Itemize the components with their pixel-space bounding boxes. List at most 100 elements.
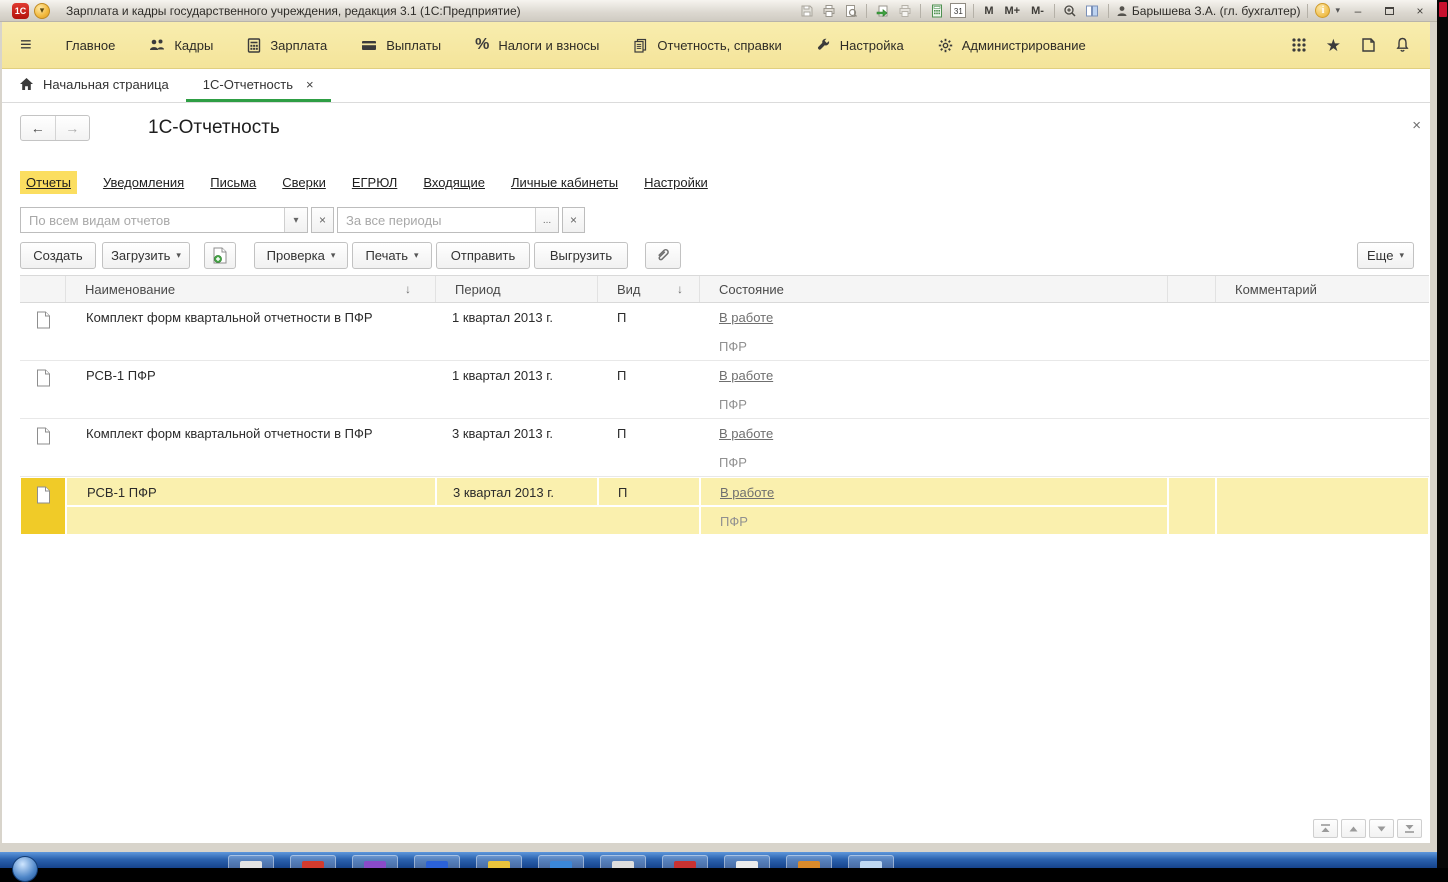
reports-icon bbox=[633, 38, 648, 53]
forward-button[interactable]: → bbox=[55, 116, 90, 140]
taskbar-app-icon[interactable] bbox=[228, 855, 274, 868]
table-row[interactable]: РСВ-1 ПФР 1 квартал 2013 г. П В работе П… bbox=[20, 361, 1429, 419]
menu-item-main[interactable]: Главное bbox=[66, 38, 116, 53]
taskbar-app-icon[interactable] bbox=[786, 855, 832, 868]
history-icon[interactable] bbox=[1360, 37, 1376, 53]
attachments-button[interactable] bbox=[645, 242, 681, 269]
scale-m-button[interactable]: M bbox=[981, 5, 996, 17]
clear-period-filter-button[interactable]: × bbox=[562, 207, 585, 233]
menu-item-taxes[interactable]: % Налоги и взносы bbox=[475, 36, 599, 54]
close-page-icon[interactable]: × bbox=[1412, 117, 1421, 134]
subtab-egrul[interactable]: ЕГРЮЛ bbox=[352, 175, 397, 190]
notifications-bell-icon[interactable] bbox=[1395, 37, 1410, 53]
taskbar-app-icon[interactable] bbox=[352, 855, 398, 868]
info-button[interactable]: i bbox=[1315, 3, 1330, 18]
subtab-reconciliations[interactable]: Сверки bbox=[282, 175, 326, 190]
column-status[interactable]: Состояние bbox=[700, 276, 1168, 302]
favorites-star-icon[interactable]: ★ bbox=[1326, 37, 1341, 54]
print-icon[interactable] bbox=[820, 2, 837, 19]
column-icon[interactable] bbox=[20, 276, 66, 302]
tab-home[interactable]: Начальная страница bbox=[2, 69, 186, 102]
service-grid-icon[interactable] bbox=[1291, 37, 1307, 53]
period-filter: ... bbox=[337, 207, 559, 233]
taskbar-app-icon[interactable] bbox=[414, 855, 460, 868]
report-kind-input[interactable] bbox=[21, 208, 284, 232]
scroll-bottom-button[interactable] bbox=[1397, 819, 1422, 838]
menu-item-payments[interactable]: Выплаты bbox=[361, 38, 441, 53]
zoom-icon[interactable] bbox=[1062, 2, 1079, 19]
report-period: 1 квартал 2013 г. bbox=[436, 303, 598, 332]
taskbar[interactable] bbox=[0, 852, 1437, 868]
paperclip-icon bbox=[655, 247, 672, 264]
1c-logo-icon: 1С bbox=[12, 3, 29, 19]
more-button[interactable]: Еще▾ bbox=[1357, 242, 1414, 269]
subtab-settings[interactable]: Настройки bbox=[644, 175, 708, 190]
current-user[interactable]: Барышева З.А. (гл. бухгалтер) bbox=[1116, 4, 1301, 18]
print-preview-icon[interactable] bbox=[842, 2, 859, 19]
column-name[interactable]: Наименование↓ bbox=[66, 276, 436, 302]
period-input[interactable] bbox=[338, 208, 535, 232]
clear-kind-filter-button[interactable]: × bbox=[311, 207, 334, 233]
taskbar-app-icon[interactable] bbox=[476, 855, 522, 868]
chevron-down-icon: ▾ bbox=[40, 5, 45, 16]
minimize-button[interactable]: – bbox=[1345, 3, 1371, 18]
table-row[interactable]: Комплект форм квартальной отчетности в П… bbox=[20, 419, 1429, 477]
taskbar-app-icon[interactable] bbox=[290, 855, 336, 868]
chevron-down-icon[interactable]: ▾ bbox=[1335, 5, 1340, 16]
subtab-incoming[interactable]: Входящие bbox=[423, 175, 485, 190]
scale-m-plus-button[interactable]: M+ bbox=[1002, 5, 1024, 17]
close-window-button[interactable]: × bbox=[1407, 3, 1433, 18]
table-row-selected[interactable]: РСВ-1 ПФР 3 квартал 2013 г. П В работе П… bbox=[20, 477, 1429, 535]
save-icon[interactable] bbox=[798, 2, 815, 19]
report-comment bbox=[1216, 361, 1429, 419]
taskbar-app-icon[interactable] bbox=[538, 855, 584, 868]
print-button[interactable]: Печать▾ bbox=[352, 242, 432, 269]
calendar-icon[interactable]: 31 bbox=[950, 3, 966, 18]
subtab-letters[interactable]: Письма bbox=[210, 175, 256, 190]
start-orb-icon[interactable] bbox=[12, 856, 38, 882]
taskbar-app-icon[interactable] bbox=[662, 855, 708, 868]
column-kind[interactable]: Вид↓ bbox=[598, 276, 700, 302]
taskbar-app-icon[interactable] bbox=[848, 855, 894, 868]
back-button[interactable]: ← bbox=[21, 116, 55, 140]
chevron-down-icon[interactable]: ▾ bbox=[284, 208, 307, 232]
scroll-up-button[interactable] bbox=[1341, 819, 1366, 838]
create-button[interactable]: Создать bbox=[20, 242, 96, 269]
send-button[interactable]: Отправить bbox=[436, 242, 530, 269]
column-period[interactable]: Период bbox=[436, 276, 598, 302]
taskbar-app-icon[interactable] bbox=[724, 855, 770, 868]
check-button[interactable]: Проверка▾ bbox=[254, 242, 348, 269]
open-windows-bar: Начальная страница 1С-Отчетность × bbox=[2, 69, 1430, 103]
scroll-top-button[interactable] bbox=[1313, 819, 1338, 838]
system-menu-button[interactable]: ▾ bbox=[34, 3, 50, 19]
new-from-file-button[interactable] bbox=[204, 242, 236, 269]
print-document-icon[interactable] bbox=[896, 2, 913, 19]
subtab-notifications[interactable]: Уведомления bbox=[103, 175, 184, 190]
chevron-down-icon: ▾ bbox=[176, 250, 181, 261]
restore-button[interactable] bbox=[1376, 3, 1402, 18]
menu-item-reporting[interactable]: Отчетность, справки bbox=[633, 38, 781, 53]
subtab-reports[interactable]: Отчеты bbox=[20, 171, 77, 194]
menu-item-salary[interactable]: Зарплата bbox=[247, 38, 327, 53]
subtab-personal-accounts[interactable]: Личные кабинеты bbox=[511, 175, 618, 190]
taskbar-app-icon[interactable] bbox=[600, 855, 646, 868]
split-view-icon[interactable] bbox=[1084, 2, 1101, 19]
export-button[interactable]: Выгрузить bbox=[534, 242, 628, 269]
menu-item-administration[interactable]: Администрирование bbox=[938, 38, 1086, 53]
chevron-down-icon: ▾ bbox=[1399, 250, 1404, 261]
calculator-icon[interactable] bbox=[928, 2, 945, 19]
report-comment bbox=[1216, 477, 1429, 535]
table-row[interactable]: Комплект форм квартальной отчетности в П… bbox=[20, 303, 1429, 361]
hamburger-menu-icon[interactable]: ≡ bbox=[20, 35, 32, 55]
send-file-icon[interactable] bbox=[874, 2, 891, 19]
scale-m-minus-button[interactable]: M- bbox=[1028, 5, 1047, 17]
column-comment[interactable]: Комментарий bbox=[1216, 276, 1429, 302]
tab-1c-reporting[interactable]: 1С-Отчетность × bbox=[186, 69, 331, 102]
menu-item-settings[interactable]: Настройка bbox=[816, 38, 904, 53]
close-tab-icon[interactable]: × bbox=[306, 77, 314, 92]
load-button[interactable]: Загрузить▾ bbox=[102, 242, 190, 269]
scroll-down-button[interactable] bbox=[1369, 819, 1394, 838]
menu-item-hr[interactable]: Кадры bbox=[149, 38, 213, 53]
report-agency: ПФР bbox=[700, 332, 1168, 361]
ellipsis-icon[interactable]: ... bbox=[535, 208, 558, 232]
